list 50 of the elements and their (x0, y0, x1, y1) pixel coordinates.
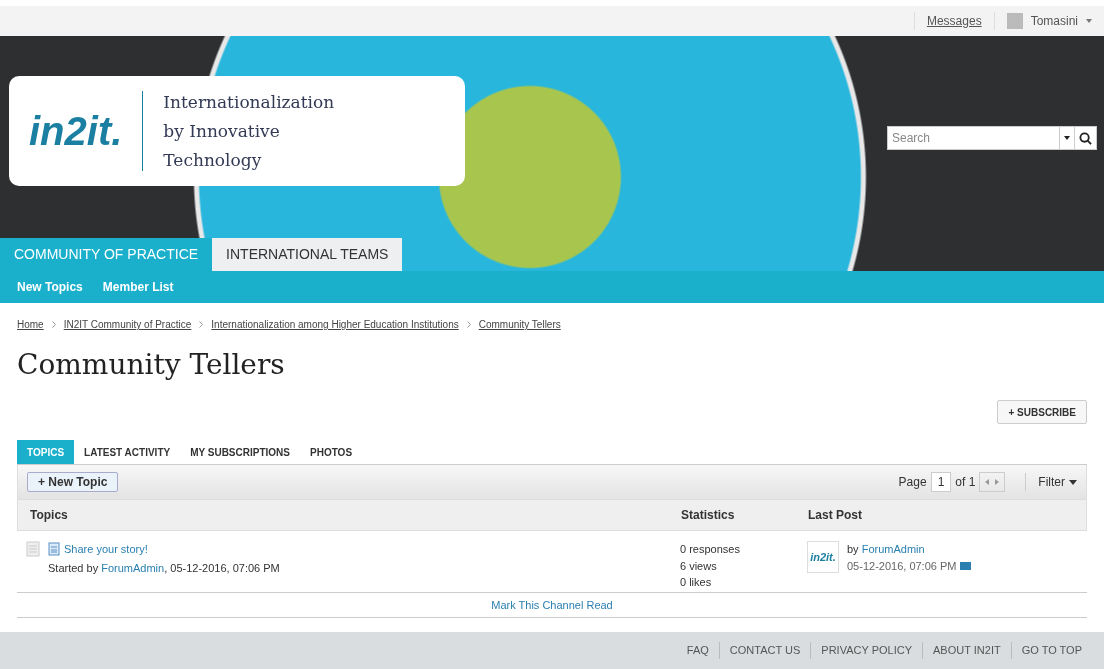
channel-tab[interactable]: MY SUBSCRIPTIONS (180, 440, 300, 464)
footer-link[interactable]: PRIVACY POLICY (810, 642, 922, 659)
breadcrumb-link[interactable]: Internationalization among Higher Education Institutions (211, 317, 459, 332)
search-field[interactable]: Search (887, 126, 1060, 150)
author-link[interactable]: ForumAdmin (861, 543, 925, 555)
chevron-icon (199, 321, 204, 328)
footer-link[interactable]: GO TO TOP (1010, 642, 1092, 659)
topic-statistic: 6 views (680, 558, 718, 574)
page-field[interactable]: 1 (930, 472, 952, 492)
breadcrumb-link[interactable]: Home (17, 317, 44, 332)
new-topic-button[interactable]: + New Topic (27, 472, 119, 492)
topic-statistic: 0 responses (680, 542, 741, 557)
channel-tab[interactable]: LATEST ACTIVITY (74, 440, 181, 464)
chevron-icon (51, 321, 56, 328)
caret-icon (1086, 19, 1092, 23)
caret-icon (1069, 479, 1077, 485)
by-label: by (847, 543, 859, 555)
dropdown-icon[interactable] (1064, 136, 1070, 140)
page-count: of 1 (955, 474, 976, 491)
page-title: Community Tellers (17, 347, 286, 383)
document-icon (26, 541, 40, 557)
column-header: Statistics (681, 508, 735, 522)
column-header: Last Post (808, 508, 862, 522)
search-icon[interactable] (1079, 131, 1092, 145)
channel-tab[interactable]: PHOTOS (300, 440, 363, 464)
subscribe-button[interactable]: + SUBSCRIBE (997, 400, 1087, 424)
logo: in2it. (29, 111, 123, 151)
go-to-post-icon[interactable] (960, 561, 972, 570)
footer-link[interactable]: CONTACT US (718, 642, 811, 659)
filter-button[interactable]: Filter (1025, 473, 1065, 491)
avatar-logo: in2it. (807, 541, 839, 573)
tagline: Internationalization by Innovative Technology (163, 90, 335, 172)
started-by-label: Started by (48, 561, 99, 574)
document-icon (48, 542, 60, 557)
avatar-icon (1006, 13, 1023, 29)
user-menu[interactable]: Tomasini (1030, 12, 1078, 30)
breadcrumb-link[interactable]: Community Tellers (478, 317, 561, 332)
page-label: Page (898, 474, 927, 491)
topic-statistic: 0 likes (680, 575, 713, 590)
topic-link[interactable]: Share your story! (64, 541, 148, 558)
footer-link[interactable]: ABOUT IN2IT (922, 642, 1011, 659)
footer-link[interactable]: FAQ (676, 642, 719, 659)
breadcrumb-link[interactable]: IN2IT Community of Practice (63, 317, 192, 332)
column-header: Topics (30, 508, 68, 522)
mark-read-link[interactable]: Mark This Channel Read (491, 596, 613, 614)
messages-link[interactable]: Messages (913, 12, 994, 30)
last-post-date: 05-12-2016, 07:06 PM (847, 558, 957, 574)
chevron-icon (466, 321, 471, 328)
topic-date: , 05-12-2016, 07:06 PM (164, 561, 280, 574)
main-tab[interactable]: INTERNATIONAL TEAMS (212, 238, 403, 271)
